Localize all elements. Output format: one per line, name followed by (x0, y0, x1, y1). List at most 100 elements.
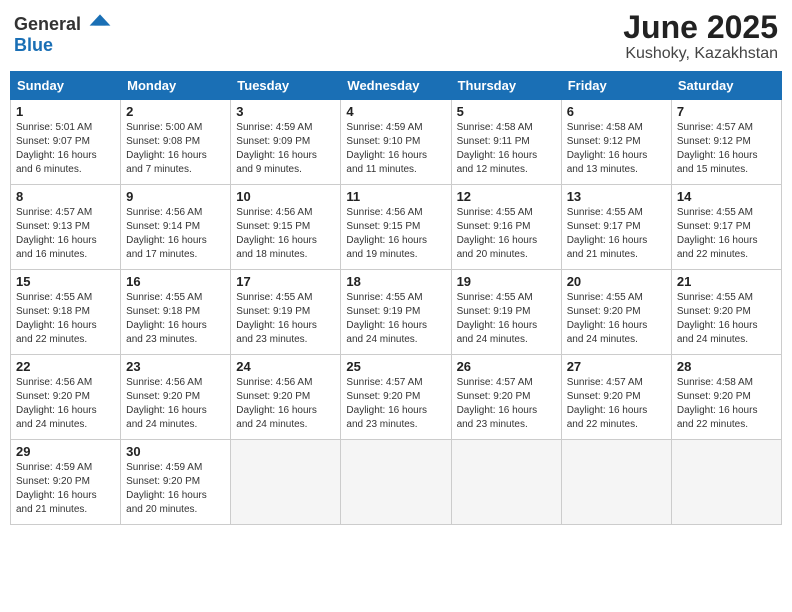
day-number: 24 (236, 359, 335, 374)
daylight-label: Daylight: 16 hours and 23 minutes. (236, 320, 317, 345)
sunset-label: Sunset: 9:15 PM (236, 221, 310, 232)
day-info: Sunrise: 4:57 AM Sunset: 9:20 PM Dayligh… (567, 376, 666, 432)
day-cell-15: 15 Sunrise: 4:55 AM Sunset: 9:18 PM Dayl… (11, 270, 121, 355)
sunrise-label: Sunrise: 4:57 AM (346, 377, 422, 388)
week-row-2: 8 Sunrise: 4:57 AM Sunset: 9:13 PM Dayli… (11, 185, 782, 270)
day-number: 20 (567, 274, 666, 289)
daylight-label: Daylight: 16 hours and 16 minutes. (16, 235, 97, 260)
daylight-label: Daylight: 16 hours and 24 minutes. (457, 320, 538, 345)
sunset-label: Sunset: 9:20 PM (126, 476, 200, 487)
location-title: Kushoky, Kazakhstan (623, 45, 778, 63)
sunset-label: Sunset: 9:20 PM (126, 391, 200, 402)
sunset-label: Sunset: 9:09 PM (236, 136, 310, 147)
day-cell-14: 14 Sunrise: 4:55 AM Sunset: 9:17 PM Dayl… (671, 185, 781, 270)
calendar-table: SundayMondayTuesdayWednesdayThursdayFrid… (10, 71, 782, 525)
sunset-label: Sunset: 9:13 PM (16, 221, 90, 232)
sunrise-label: Sunrise: 4:55 AM (677, 292, 753, 303)
week-row-5: 29 Sunrise: 4:59 AM Sunset: 9:20 PM Dayl… (11, 440, 782, 525)
day-number: 1 (16, 104, 115, 119)
day-number: 14 (677, 189, 776, 204)
day-number: 30 (126, 444, 225, 459)
day-cell-21: 21 Sunrise: 4:55 AM Sunset: 9:20 PM Dayl… (671, 270, 781, 355)
day-cell-11: 11 Sunrise: 4:56 AM Sunset: 9:15 PM Dayl… (341, 185, 451, 270)
sunrise-label: Sunrise: 4:58 AM (457, 122, 533, 133)
day-info: Sunrise: 4:58 AM Sunset: 9:11 PM Dayligh… (457, 121, 556, 177)
day-number: 18 (346, 274, 445, 289)
sunrise-label: Sunrise: 4:55 AM (677, 207, 753, 218)
day-cell-22: 22 Sunrise: 4:56 AM Sunset: 9:20 PM Dayl… (11, 355, 121, 440)
day-number: 21 (677, 274, 776, 289)
sunrise-label: Sunrise: 4:56 AM (236, 377, 312, 388)
day-cell-24: 24 Sunrise: 4:56 AM Sunset: 9:20 PM Dayl… (231, 355, 341, 440)
daylight-label: Daylight: 16 hours and 11 minutes. (346, 150, 427, 175)
empty-cell (341, 440, 451, 525)
sunrise-label: Sunrise: 4:58 AM (567, 122, 643, 133)
month-title: June 2025 (623, 10, 778, 45)
daylight-label: Daylight: 16 hours and 15 minutes. (677, 150, 758, 175)
day-info: Sunrise: 4:55 AM Sunset: 9:20 PM Dayligh… (567, 291, 666, 347)
day-info: Sunrise: 4:55 AM Sunset: 9:17 PM Dayligh… (677, 206, 776, 262)
weekday-header-friday: Friday (561, 72, 671, 100)
sunset-label: Sunset: 9:18 PM (126, 306, 200, 317)
day-info: Sunrise: 4:56 AM Sunset: 9:20 PM Dayligh… (126, 376, 225, 432)
day-number: 10 (236, 189, 335, 204)
sunset-label: Sunset: 9:20 PM (236, 391, 310, 402)
day-cell-13: 13 Sunrise: 4:55 AM Sunset: 9:17 PM Dayl… (561, 185, 671, 270)
weekday-header-wednesday: Wednesday (341, 72, 451, 100)
sunrise-label: Sunrise: 4:55 AM (567, 292, 643, 303)
day-cell-6: 6 Sunrise: 4:58 AM Sunset: 9:12 PM Dayli… (561, 100, 671, 185)
weekday-header-row: SundayMondayTuesdayWednesdayThursdayFrid… (11, 72, 782, 100)
sunrise-label: Sunrise: 4:55 AM (16, 292, 92, 303)
daylight-label: Daylight: 16 hours and 13 minutes. (567, 150, 648, 175)
sunrise-label: Sunrise: 4:57 AM (457, 377, 533, 388)
day-number: 6 (567, 104, 666, 119)
sunset-label: Sunset: 9:15 PM (346, 221, 420, 232)
day-info: Sunrise: 4:55 AM Sunset: 9:19 PM Dayligh… (457, 291, 556, 347)
sunrise-label: Sunrise: 4:55 AM (236, 292, 312, 303)
day-cell-17: 17 Sunrise: 4:55 AM Sunset: 9:19 PM Dayl… (231, 270, 341, 355)
sunset-label: Sunset: 9:12 PM (677, 136, 751, 147)
sunset-label: Sunset: 9:17 PM (567, 221, 641, 232)
daylight-label: Daylight: 16 hours and 17 minutes. (126, 235, 207, 260)
sunset-label: Sunset: 9:08 PM (126, 136, 200, 147)
day-info: Sunrise: 4:55 AM Sunset: 9:19 PM Dayligh… (346, 291, 445, 347)
sunset-label: Sunset: 9:19 PM (236, 306, 310, 317)
sunset-label: Sunset: 9:19 PM (346, 306, 420, 317)
logo-blue: Blue (14, 35, 53, 55)
day-info: Sunrise: 4:55 AM Sunset: 9:18 PM Dayligh… (16, 291, 115, 347)
sunrise-label: Sunrise: 4:59 AM (346, 122, 422, 133)
empty-cell (561, 440, 671, 525)
logo-icon (88, 10, 112, 30)
sunset-label: Sunset: 9:20 PM (16, 391, 90, 402)
daylight-label: Daylight: 16 hours and 20 minutes. (126, 490, 207, 515)
day-info: Sunrise: 4:59 AM Sunset: 9:10 PM Dayligh… (346, 121, 445, 177)
day-number: 8 (16, 189, 115, 204)
sunset-label: Sunset: 9:17 PM (677, 221, 751, 232)
day-info: Sunrise: 4:57 AM Sunset: 9:20 PM Dayligh… (346, 376, 445, 432)
daylight-label: Daylight: 16 hours and 19 minutes. (346, 235, 427, 260)
sunset-label: Sunset: 9:19 PM (457, 306, 531, 317)
day-info: Sunrise: 4:56 AM Sunset: 9:15 PM Dayligh… (236, 206, 335, 262)
day-number: 15 (16, 274, 115, 289)
day-number: 7 (677, 104, 776, 119)
day-cell-20: 20 Sunrise: 4:55 AM Sunset: 9:20 PM Dayl… (561, 270, 671, 355)
day-info: Sunrise: 4:57 AM Sunset: 9:13 PM Dayligh… (16, 206, 115, 262)
day-cell-8: 8 Sunrise: 4:57 AM Sunset: 9:13 PM Dayli… (11, 185, 121, 270)
sunset-label: Sunset: 9:20 PM (346, 391, 420, 402)
daylight-label: Daylight: 16 hours and 6 minutes. (16, 150, 97, 175)
day-number: 22 (16, 359, 115, 374)
sunrise-label: Sunrise: 4:57 AM (16, 207, 92, 218)
day-info: Sunrise: 4:55 AM Sunset: 9:19 PM Dayligh… (236, 291, 335, 347)
sunset-label: Sunset: 9:20 PM (567, 391, 641, 402)
weekday-header-saturday: Saturday (671, 72, 781, 100)
sunset-label: Sunset: 9:14 PM (126, 221, 200, 232)
day-info: Sunrise: 4:58 AM Sunset: 9:20 PM Dayligh… (677, 376, 776, 432)
day-cell-29: 29 Sunrise: 4:59 AM Sunset: 9:20 PM Dayl… (11, 440, 121, 525)
day-number: 2 (126, 104, 225, 119)
day-number: 27 (567, 359, 666, 374)
day-cell-30: 30 Sunrise: 4:59 AM Sunset: 9:20 PM Dayl… (121, 440, 231, 525)
day-info: Sunrise: 5:00 AM Sunset: 9:08 PM Dayligh… (126, 121, 225, 177)
day-number: 23 (126, 359, 225, 374)
day-number: 3 (236, 104, 335, 119)
sunrise-label: Sunrise: 4:55 AM (126, 292, 202, 303)
